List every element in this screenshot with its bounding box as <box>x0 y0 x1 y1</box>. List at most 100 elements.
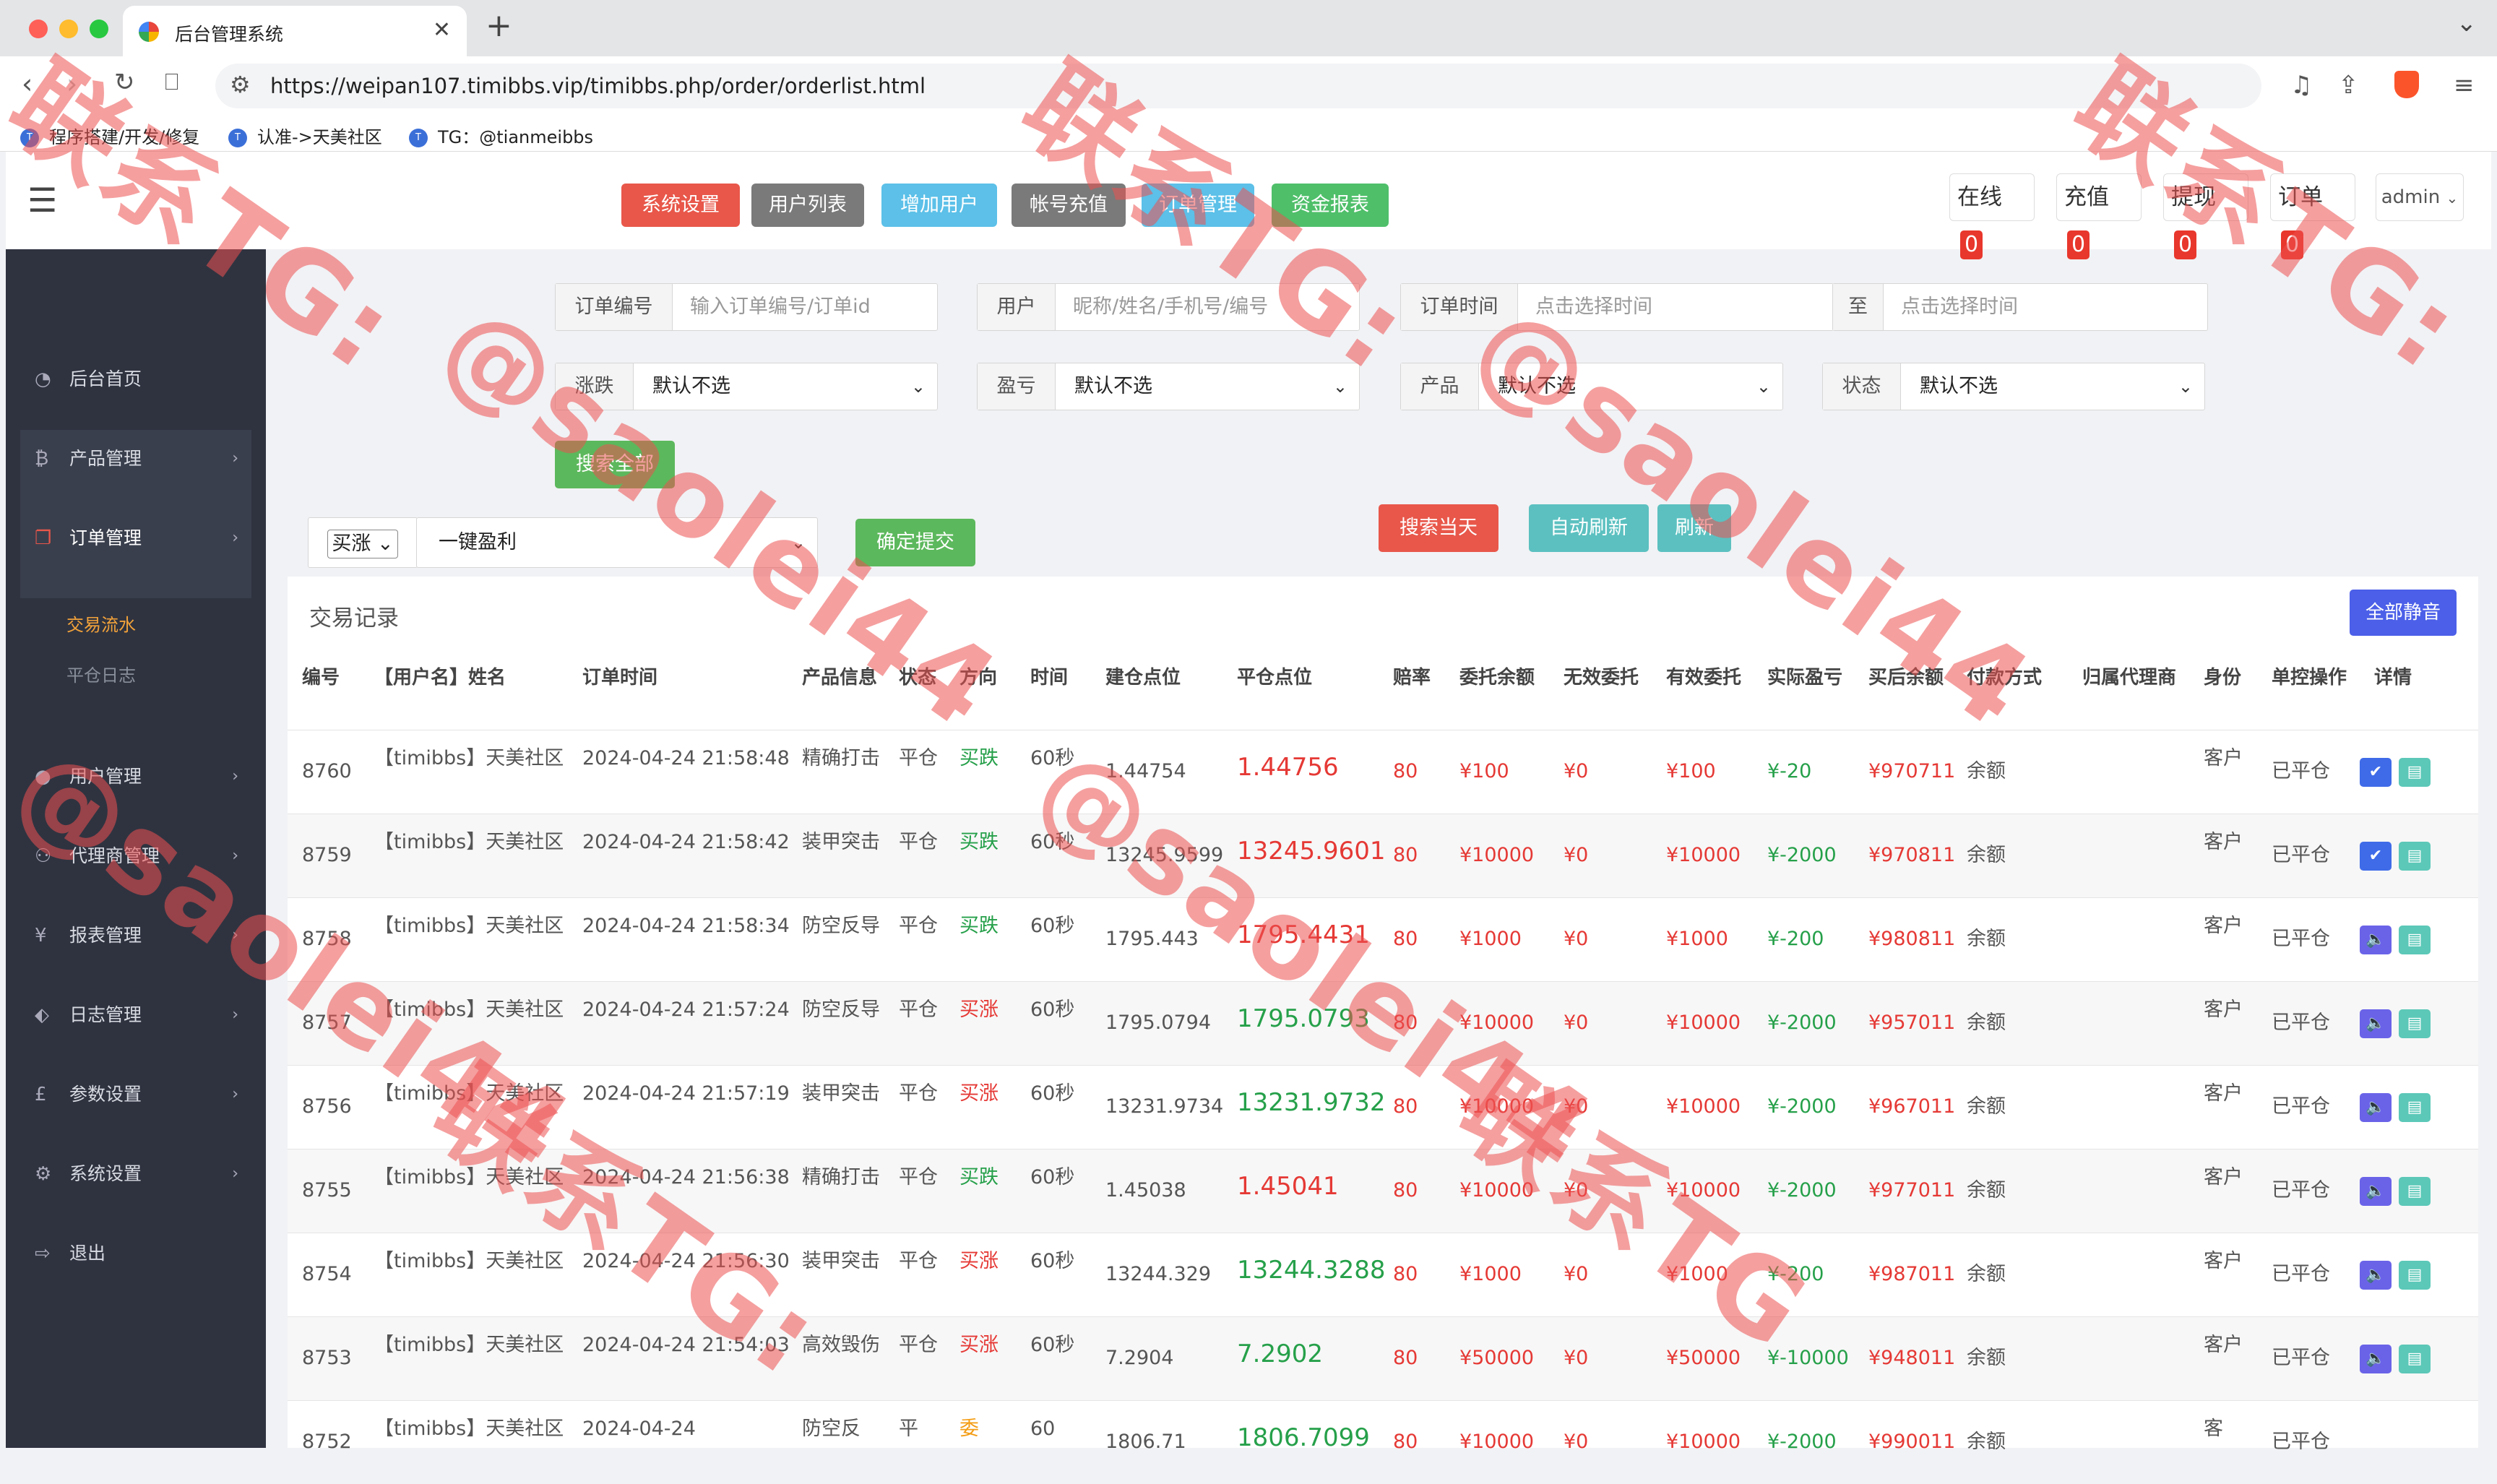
bookmark-favicon-icon: T <box>409 129 428 147</box>
site-settings-icon[interactable]: ⚙ <box>230 71 251 98</box>
detail-icon[interactable]: ▤ <box>2399 1093 2431 1122</box>
browser-tab[interactable]: 后台管理系统 ✕ <box>123 6 467 56</box>
sound-icon[interactable]: 🔈 <box>2360 1177 2392 1206</box>
refresh-button[interactable]: 刷新 <box>1657 504 1731 552</box>
bookmark-item[interactable]: T TG：@tianmeibbs <box>409 123 593 148</box>
detail-icon[interactable]: ▤ <box>2399 926 2431 954</box>
admin-user-menu[interactable]: admin ⌄ <box>2376 173 2464 221</box>
sound-icon[interactable]: 🔈 <box>2360 1345 2392 1373</box>
detail-icon[interactable]: ▤ <box>2399 842 2431 871</box>
sidebar-item[interactable]: £ 参数设置 › <box>6 1073 266 1116</box>
detail-icon[interactable]: ▤ <box>2399 758 2431 787</box>
profit-action-value: 一键盈利 <box>439 531 517 553</box>
bookmark-label: TG：@tianmeibbs <box>438 127 594 147</box>
sound-icon[interactable]: 🔈 <box>2360 1093 2392 1122</box>
topnav-button[interactable]: 资金报表 <box>1272 184 1389 227</box>
order-time-field[interactable]: 订单时间 点击选择时间 <box>1400 283 1834 331</box>
detail-icon[interactable]: ▤ <box>2399 1177 2431 1206</box>
order-no-input[interactable]: 输入订单编号/订单id <box>690 284 871 330</box>
online-stat[interactable]: 在线 0 <box>1949 173 2035 259</box>
topnav-button[interactable]: 用户列表 <box>751 184 864 227</box>
detail-icon[interactable]: ▤ <box>2399 1261 2431 1290</box>
forward-icon[interactable]: › <box>66 68 77 100</box>
new-tab-button[interactable]: + <box>486 7 512 44</box>
cell-odds: 80 <box>1393 1347 1418 1369</box>
menu-icon[interactable]: ≡ <box>2454 71 2475 100</box>
back-icon[interactable]: ‹ <box>22 68 33 100</box>
direction-select[interactable]: 买涨 ⌄ <box>327 530 398 558</box>
search-all-button[interactable]: 搜索全部 <box>555 441 675 488</box>
reload-icon[interactable]: ↻ <box>114 68 135 97</box>
mute-all-button[interactable]: 全部静音 <box>2350 590 2457 636</box>
topnav-button[interactable]: 增加用户 <box>881 184 997 227</box>
topnav-button[interactable]: 帐号充值 <box>1012 184 1126 227</box>
media-icon[interactable]: ♫ <box>2290 71 2312 100</box>
sidebar-item[interactable]: ❐ 订单管理 › <box>6 517 266 560</box>
profit-select[interactable]: 盈亏 默认不选 ⌄ <box>977 363 1360 410</box>
hamburger-menu-icon[interactable]: ☰ <box>27 181 57 220</box>
recharge-stat[interactable]: 充值 0 <box>2056 173 2142 259</box>
table-row[interactable]: 8758 【timibbs】天美社区 2024-04-24 21:58:34 防空反导… <box>288 897 2478 981</box>
window-close-icon[interactable] <box>29 20 48 38</box>
table-row[interactable]: 8760 【timibbs】天美社区 2024-04-24 21:58:48 精确打击… <box>288 730 2478 814</box>
cell-ctrl: 已平仓 <box>2272 760 2330 782</box>
product-select[interactable]: 产品 默认不选 ⌄ <box>1400 363 1783 410</box>
window-zoom-icon[interactable] <box>90 20 108 38</box>
sidebar-item[interactable]: ¥ 报表管理 › <box>6 914 266 957</box>
sidebar-item[interactable]: ₿ 产品管理 › <box>6 437 266 480</box>
check-icon[interactable]: ✔ <box>2360 758 2392 787</box>
submenu-item-trade-flow[interactable]: 交易流水 <box>66 611 136 636</box>
order-no-field[interactable]: 订单编号 输入订单编号/订单id <box>555 283 938 331</box>
check-icon[interactable]: ✔ <box>2360 842 2392 871</box>
sound-icon[interactable]: 🔈 <box>2360 1009 2392 1038</box>
detail-icon[interactable]: ▤ <box>2399 1345 2431 1373</box>
table-header: 付款方式 <box>1967 667 2043 689</box>
table-row[interactable]: 8757 【timibbs】天美社区 2024-04-24 21:57:24 防空反导… <box>288 981 2478 1065</box>
submit-button[interactable]: 确定提交 <box>855 519 975 566</box>
topnav-button[interactable]: 订单管理 <box>1142 184 1254 227</box>
cell-balance: ¥967011 <box>1868 1095 1956 1118</box>
table-row[interactable]: 8755 【timibbs】天美社区 2024-04-24 21:56:38 精确打击… <box>288 1149 2478 1233</box>
sidebar-item[interactable]: ⇨ 退出 <box>6 1232 266 1275</box>
cell-open: 13245.9599 <box>1105 844 1224 866</box>
sidebar-item[interactable]: ⚇ 代理商管理 › <box>6 834 266 878</box>
tab-list-chevron-icon[interactable]: ⌄ <box>2457 9 2477 38</box>
bookmark-item[interactable]: T 认准->天美社区 <box>228 123 382 148</box>
sidebar-item[interactable]: ● 用户管理 › <box>6 755 266 798</box>
auto-refresh-button[interactable]: 自动刷新 <box>1529 504 1649 552</box>
cell-ctrl: 已平仓 <box>2272 1347 2330 1369</box>
end-time-field[interactable]: 至 点击选择时间 <box>1832 283 2208 331</box>
detail-icon[interactable]: ▤ <box>2399 1009 2431 1038</box>
topnav-button[interactable]: 系统设置 <box>621 184 740 227</box>
tab-close-icon[interactable]: ✕ <box>433 17 451 43</box>
address-bar[interactable]: ⚙ https://weipan107.timibbs.vip/timibbs.… <box>215 64 2261 108</box>
withdraw-stat[interactable]: 提现 0 <box>2163 173 2248 259</box>
table-row[interactable]: 8759 【timibbs】天美社区 2024-04-24 21:58:42 装甲突击… <box>288 814 2478 897</box>
user-field[interactable]: 用户 昵称/姓名/手机号/编号 <box>977 283 1360 331</box>
sidebar-item[interactable]: ⚙ 系统设置 › <box>6 1152 266 1196</box>
sound-icon[interactable]: 🔈 <box>2360 1261 2392 1290</box>
window-minimize-icon[interactable] <box>59 20 78 38</box>
sidebar-item[interactable]: ⬖ 日志管理 › <box>6 993 266 1037</box>
start-time-input[interactable]: 点击选择时间 <box>1535 284 1652 330</box>
table-row[interactable]: 8752 【timibbs】天美社区 2024-04-24 防空反 平 委 60 1806.7… <box>288 1400 2478 1484</box>
share-icon[interactable]: ⇪ <box>2338 71 2359 100</box>
table-row[interactable]: 8756 【timibbs】天美社区 2024-04-24 21:57:19 装甲突击… <box>288 1065 2478 1149</box>
status-select[interactable]: 状态 默认不选 ⌄ <box>1822 363 2205 410</box>
bookmark-item[interactable]: T 程序搭建/开发/修复 <box>20 123 199 148</box>
search-today-button[interactable]: 搜索当天 <box>1379 504 1498 552</box>
bookmark-icon[interactable]: ⎕ <box>165 68 178 96</box>
sound-icon[interactable]: 🔈 <box>2360 926 2392 954</box>
end-time-input[interactable]: 点击选择时间 <box>1901 284 2018 330</box>
cell-close: 1.44756 <box>1237 753 1339 782</box>
sidebar-item[interactable]: ◔ 后台首页 <box>6 358 266 401</box>
submenu-item-close-log[interactable]: 平仓日志 <box>66 661 136 686</box>
user-input[interactable]: 昵称/姓名/手机号/编号 <box>1073 284 1268 330</box>
table-row[interactable]: 8753 【timibbs】天美社区 2024-04-24 21:54:03 高效毁伤… <box>288 1316 2478 1400</box>
address-url[interactable]: https://weipan107.timibbs.vip/timibbs.ph… <box>270 74 926 98</box>
profit-action-select[interactable]: 一键盈利 ⌄ <box>416 517 818 568</box>
order-stat[interactable]: 订单 0 <box>2270 173 2355 259</box>
table-row[interactable]: 8754 【timibbs】天美社区 2024-04-24 21:56:30 装甲突击… <box>288 1233 2478 1316</box>
brave-shield-icon[interactable] <box>2394 71 2419 98</box>
rise-fall-select[interactable]: 涨跌 默认不选 ⌄ <box>555 363 938 410</box>
